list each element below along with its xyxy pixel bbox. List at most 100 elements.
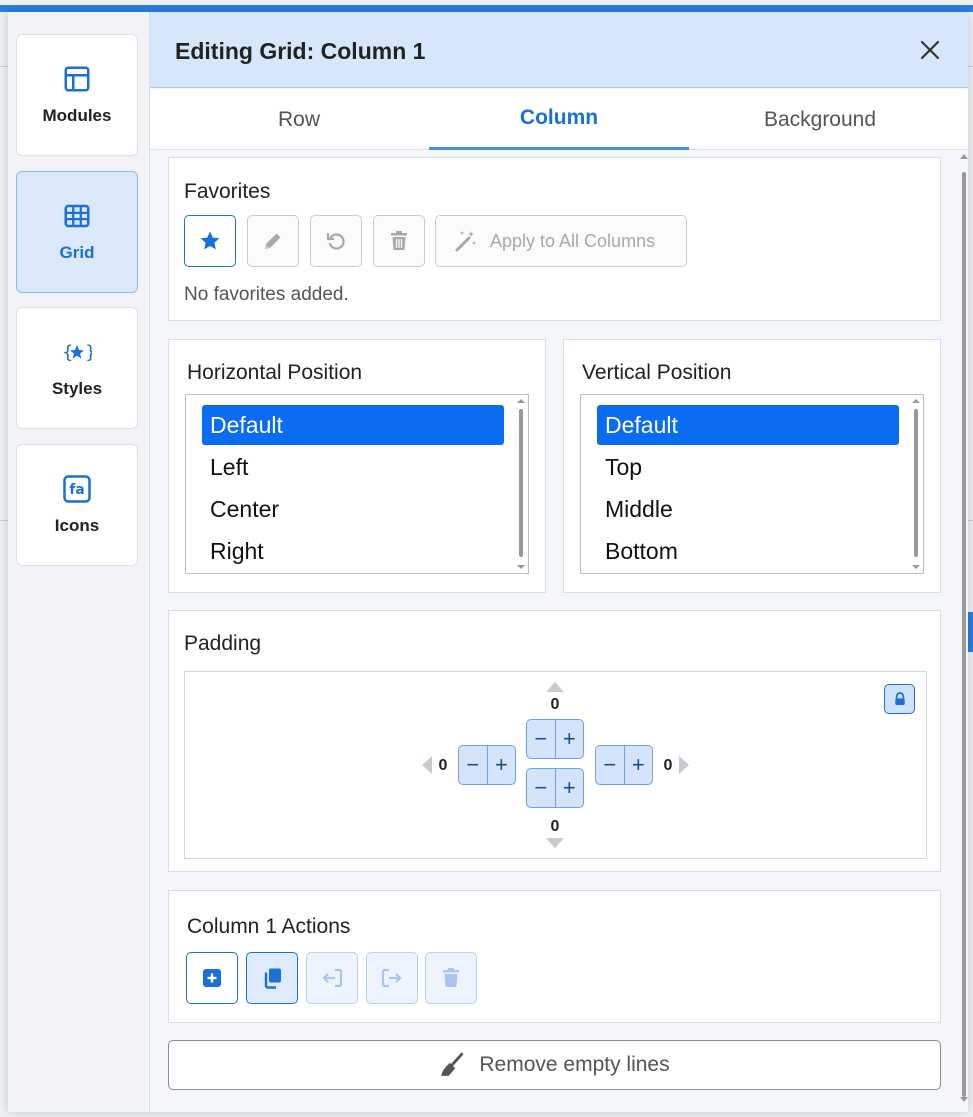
grid-icon	[64, 204, 90, 228]
background-divider	[968, 66, 973, 67]
padding-left-arrow[interactable]	[422, 756, 432, 774]
rail-label: Styles	[51, 379, 103, 398]
padding-top-stepper[interactable]: − +	[526, 719, 584, 759]
panel-title: Editing Grid: Column 1	[175, 38, 426, 64]
reset-favorite-button[interactable]	[310, 215, 362, 267]
decrement-button[interactable]: −	[459, 746, 488, 784]
padding-right-stepper[interactable]: − +	[595, 745, 653, 785]
listbox-scrollbar[interactable]	[912, 399, 920, 569]
scroll-thumb[interactable]	[914, 409, 918, 557]
listbox-scrollbar[interactable]	[517, 399, 525, 569]
favorites-card: Favorites Apply to All Columns No favori…	[168, 157, 941, 321]
styles-icon: { }	[62, 342, 92, 363]
increment-button[interactable]: +	[556, 720, 584, 758]
apply-label: Apply to All Columns	[490, 230, 656, 251]
padding-lock-button[interactable]	[884, 684, 915, 714]
move-column-left-button[interactable]	[306, 952, 358, 1004]
no-favorites-text: No favorites added.	[184, 284, 349, 305]
background-divider	[0, 520, 8, 521]
increment-button[interactable]: +	[625, 746, 653, 784]
scroll-down-arrow[interactable]	[517, 565, 525, 569]
padding-top-value: 0	[550, 696, 560, 713]
delete-favorite-button[interactable]	[373, 215, 425, 267]
remove-empty-lines-button[interactable]: Remove empty lines	[168, 1040, 941, 1090]
plus-square-icon	[203, 969, 221, 987]
pencil-icon	[265, 233, 281, 249]
copy-icon	[264, 968, 281, 989]
move-left-icon	[322, 968, 343, 988]
scroll-down-arrow[interactable]	[960, 1097, 968, 1102]
tab-column[interactable]: Column	[429, 89, 689, 150]
fa-icon: fa	[63, 475, 91, 503]
move-right-icon	[381, 968, 402, 988]
undo-icon	[326, 233, 345, 250]
horizontal-option-left[interactable]: Left	[202, 447, 504, 487]
tab-background[interactable]: Background	[690, 89, 950, 150]
increment-button[interactable]: +	[556, 769, 584, 807]
padding-editor: 0 − + − + 0 0 − + − + 0	[184, 671, 927, 859]
vertical-option-default[interactable]: Default	[597, 405, 899, 445]
broom-icon	[441, 1052, 464, 1076]
vertical-option-middle[interactable]: Middle	[597, 489, 899, 529]
scroll-thumb[interactable]	[962, 172, 966, 1097]
rail-item-modules[interactable]: Modules	[16, 34, 138, 156]
background-divider	[0, 66, 8, 67]
horizontal-option-default[interactable]: Default	[202, 405, 504, 445]
padding-bottom-value: 0	[550, 818, 560, 835]
padding-right-value: 0	[663, 757, 673, 774]
horizontal-position-listbox[interactable]: Default Left Center Right	[185, 394, 529, 574]
close-icon[interactable]	[918, 38, 942, 62]
scroll-up-arrow[interactable]	[960, 154, 968, 159]
vertical-option-bottom[interactable]: Bottom	[597, 531, 899, 571]
rail-label: Modules	[42, 106, 112, 125]
add-column-button[interactable]	[186, 952, 238, 1004]
horizontal-option-right[interactable]: Right	[202, 531, 504, 571]
svg-text:}: }	[85, 342, 92, 363]
vertical-position-title: Vertical Position	[582, 361, 732, 384]
move-column-right-button[interactable]	[366, 952, 418, 1004]
padding-left-value: 0	[438, 757, 448, 774]
panel-header: Editing Grid: Column 1	[150, 12, 968, 88]
column-actions-title: Column 1 Actions	[187, 915, 351, 938]
rail-label: Icons	[54, 516, 100, 535]
trash-icon	[391, 231, 407, 250]
padding-bottom-stepper[interactable]: − +	[526, 768, 584, 808]
vertical-position-listbox[interactable]: Default Top Middle Bottom	[580, 394, 924, 574]
vertical-option-top[interactable]: Top	[597, 447, 899, 487]
scroll-up-arrow[interactable]	[517, 399, 525, 403]
rail-item-grid[interactable]: Grid	[16, 171, 138, 293]
increment-button[interactable]: +	[488, 746, 516, 784]
trash-icon	[443, 968, 459, 987]
scroll-thumb[interactable]	[519, 409, 523, 557]
delete-column-button[interactable]	[425, 952, 477, 1004]
background-divider	[968, 520, 973, 521]
column-actions-card: Column 1 Actions	[168, 890, 941, 1023]
background-top-bar	[0, 5, 973, 12]
tab-bar: Row Column Background	[150, 89, 968, 150]
padding-left-stepper[interactable]: − +	[458, 745, 516, 785]
padding-top-arrow[interactable]	[546, 682, 564, 692]
magic-wand-icon	[455, 231, 476, 252]
rail-label: Grid	[59, 243, 95, 262]
decrement-button[interactable]: −	[527, 769, 556, 807]
apply-to-all-columns-button[interactable]: Apply to All Columns	[435, 215, 687, 267]
duplicate-column-button[interactable]	[246, 952, 298, 1004]
decrement-button[interactable]: −	[527, 720, 556, 758]
scroll-up-arrow[interactable]	[912, 399, 920, 403]
padding-right-arrow[interactable]	[679, 756, 689, 774]
lock-icon	[894, 692, 905, 705]
panel-scrollbar[interactable]	[960, 152, 968, 1104]
favorites-title: Favorites	[184, 180, 271, 203]
grid-editor-window: Modules Grid { } Styles fa	[8, 12, 968, 1112]
horizontal-option-center[interactable]: Center	[202, 489, 504, 529]
rail-item-styles[interactable]: { } Styles	[16, 307, 138, 429]
decrement-button[interactable]: −	[596, 746, 625, 784]
edit-favorite-button[interactable]	[247, 215, 299, 267]
favorite-star-button[interactable]	[184, 215, 236, 267]
padding-bottom-arrow[interactable]	[546, 838, 564, 848]
left-rail: Modules Grid { } Styles fa	[8, 12, 148, 1112]
rail-item-icons[interactable]: fa Icons	[16, 444, 138, 566]
padding-card: Padding 0 − + − + 0 0 − + − + 0	[168, 610, 941, 872]
tab-row[interactable]: Row	[169, 89, 429, 150]
scroll-down-arrow[interactable]	[912, 565, 920, 569]
